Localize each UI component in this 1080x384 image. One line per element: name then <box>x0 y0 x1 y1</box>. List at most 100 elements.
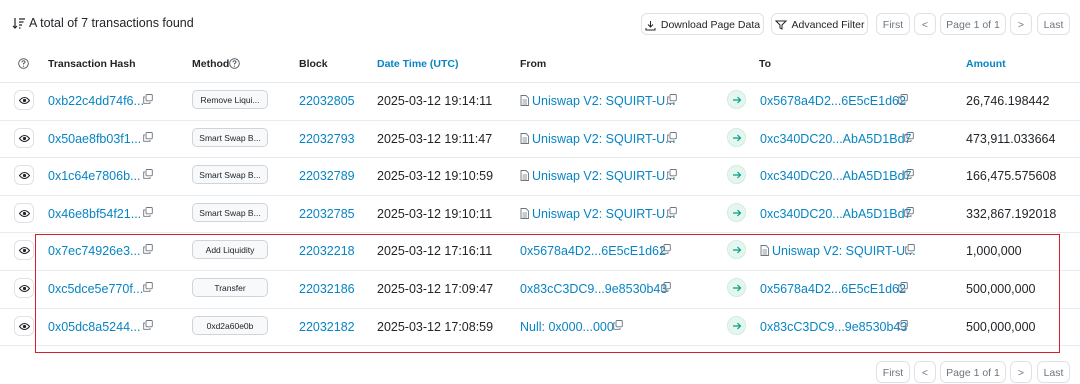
method-question-icon[interactable] <box>229 58 240 69</box>
copy-icon[interactable] <box>613 319 623 333</box>
column-to: To <box>759 58 772 70</box>
tx-hash-link[interactable]: 0x05dc8a5244... <box>48 320 140 334</box>
from-address-link[interactable]: Null: 0x000...000 <box>520 320 614 334</box>
eye-icon[interactable] <box>14 90 34 110</box>
copy-icon[interactable] <box>143 168 153 182</box>
document-icon <box>760 245 769 257</box>
to-address-link[interactable]: 0x5678a4D2...6E5cE1d62 <box>760 94 906 108</box>
sort-icon[interactable] <box>12 16 26 30</box>
block-link[interactable]: 22032218 <box>299 244 355 258</box>
date-time: 2025-03-12 17:16:11 <box>377 244 493 259</box>
table-row: 0x1c64e7806b... Smart Swap B... 22032789 20… <box>0 157 1080 196</box>
eye-icon[interactable] <box>14 315 34 336</box>
copy-icon[interactable] <box>143 206 153 220</box>
next-page-button-bottom[interactable]: > <box>1010 361 1032 383</box>
tx-hash-link[interactable]: 0x7ec74926e3... <box>48 244 140 258</box>
copy-icon[interactable] <box>661 281 671 295</box>
copy-icon[interactable] <box>143 319 153 333</box>
date-time: 2025-03-12 19:11:47 <box>377 131 493 146</box>
tx-hash-link[interactable]: 0xc5dce5e770f... <box>48 282 143 296</box>
table-row: 0x7ec74926e3... Add Liquidity 22032218 2025… <box>0 232 1080 271</box>
from-address-text: 0x5678a4D2...6E5cE1d62 <box>520 244 666 259</box>
tx-hash-link[interactable]: 0x46e8bf54f21... <box>48 207 141 221</box>
copy-icon[interactable] <box>898 319 908 333</box>
copy-icon[interactable] <box>898 93 908 107</box>
tx-hash-link[interactable]: 0xb22c4dd74f6... <box>48 94 144 108</box>
to-address-link[interactable]: 0xc340DC20...AbA5D1Bd7 <box>760 207 911 221</box>
from-address-link[interactable]: Uniswap V2: SQUIRT-U... <box>520 207 676 221</box>
document-icon <box>520 95 529 106</box>
from-address-link[interactable]: Uniswap V2: SQUIRT-U... <box>520 94 676 108</box>
eye-icon[interactable] <box>14 127 34 148</box>
eye-icon[interactable] <box>14 202 34 223</box>
column-date-time[interactable]: Date Time (UTC) <box>377 58 458 70</box>
copy-icon[interactable] <box>898 281 908 295</box>
block-link[interactable]: 22032186 <box>299 282 355 296</box>
to-address-link[interactable]: 0xc340DC20...AbA5D1Bd7 <box>760 169 911 183</box>
copy-icon[interactable] <box>904 168 914 182</box>
copy-icon[interactable] <box>143 131 153 145</box>
block-link[interactable]: 22032793 <box>299 132 355 146</box>
copy-icon[interactable] <box>661 243 671 257</box>
copy-icon[interactable] <box>143 93 153 107</box>
column-transaction-hash: Transaction Hash <box>48 58 136 70</box>
table-row: 0x05dc8a5244... 0xd2a60e0b 22032182 2025-03… <box>0 308 1080 347</box>
to-address-link[interactable]: 0xc340DC20...AbA5D1Bd7 <box>760 132 911 146</box>
to-address-text: 0x83cC3DC9...9e8530b43 <box>760 319 908 334</box>
from-address-link[interactable]: Uniswap V2: SQUIRT-U... <box>520 169 676 183</box>
block-link[interactable]: 22032789 <box>299 169 355 183</box>
amount: 332,867.192018 <box>966 206 1057 221</box>
table-row: 0xb22c4dd74f6... Remove Liqui... 22032805 2… <box>0 82 1080 121</box>
amount: 500,000,000 <box>966 282 1036 296</box>
to-address-link[interactable]: 0x5678a4D2...6E5cE1d62 <box>760 282 906 296</box>
copy-icon[interactable] <box>905 243 915 257</box>
to-address-text: 0xc340DC20...AbA5D1Bd7 <box>760 131 912 146</box>
column-method: Method <box>192 58 230 70</box>
copy-icon[interactable] <box>667 93 677 107</box>
block-link[interactable]: 22032805 <box>299 94 355 108</box>
method-badge: Remove Liqui... <box>192 90 268 109</box>
copy-icon[interactable] <box>904 206 914 220</box>
tx-hash-link[interactable]: 0x1c64e7806b... <box>48 169 140 183</box>
column-from: From <box>520 58 547 70</box>
next-page-button[interactable]: > <box>1010 13 1032 35</box>
copy-icon[interactable] <box>143 243 153 257</box>
question-icon[interactable] <box>18 58 29 69</box>
eye-icon[interactable] <box>14 278 34 298</box>
arrow-right-icon <box>727 240 746 260</box>
eye-icon[interactable] <box>14 240 34 261</box>
copy-icon[interactable] <box>667 168 677 182</box>
method-badge: 0xd2a60e0b <box>192 315 268 335</box>
copy-icon[interactable] <box>143 281 153 295</box>
block-link[interactable]: 22032182 <box>299 320 355 334</box>
prev-page-button-bottom[interactable]: < <box>914 361 936 383</box>
column-amount[interactable]: Amount <box>966 58 1006 70</box>
to-address-link[interactable]: 0x83cC3DC9...9e8530b43 <box>760 320 907 334</box>
download-page-data-button[interactable]: Download Page Data <box>641 13 764 35</box>
arrow-right-icon <box>727 90 746 109</box>
copy-icon[interactable] <box>667 131 677 145</box>
to-address-link[interactable]: Uniswap V2: SQUIRT-U... <box>760 244 916 258</box>
filter-label: Advanced Filter <box>791 19 865 31</box>
prev-page-button[interactable]: < <box>914 13 936 35</box>
first-page-button[interactable]: First <box>876 13 910 35</box>
date-time: 2025-03-12 17:08:59 <box>377 319 494 334</box>
arrow-right-icon <box>727 127 746 147</box>
from-address-link[interactable]: 0x5678a4D2...6E5cE1d62 <box>520 244 666 258</box>
last-page-button-bottom[interactable]: Last <box>1037 361 1070 383</box>
block-link[interactable]: 22032785 <box>299 207 355 221</box>
copy-icon[interactable] <box>904 131 914 145</box>
from-address-link[interactable]: Uniswap V2: SQUIRT-U... <box>520 132 676 146</box>
advanced-filter-button[interactable]: Advanced Filter <box>771 13 868 35</box>
last-page-button[interactable]: Last <box>1037 13 1070 35</box>
method-badge: Transfer <box>192 278 268 297</box>
eye-icon[interactable] <box>14 165 34 186</box>
tx-hash-link[interactable]: 0x50ae8fb03f1... <box>48 132 141 146</box>
first-page-button-bottom[interactable]: First <box>876 361 910 383</box>
download-label: Download Page Data <box>660 19 761 31</box>
to-address-text: 0xc340DC20...AbA5D1Bd7 <box>760 206 912 221</box>
from-address-link[interactable]: 0x83cC3DC9...9e8530b43 <box>520 282 667 296</box>
copy-icon[interactable] <box>667 206 677 220</box>
table-header: Transaction Hash Method Block Date Time … <box>0 46 1080 83</box>
to-address-text: 0x5678a4D2...6E5cE1d62 <box>760 282 906 296</box>
